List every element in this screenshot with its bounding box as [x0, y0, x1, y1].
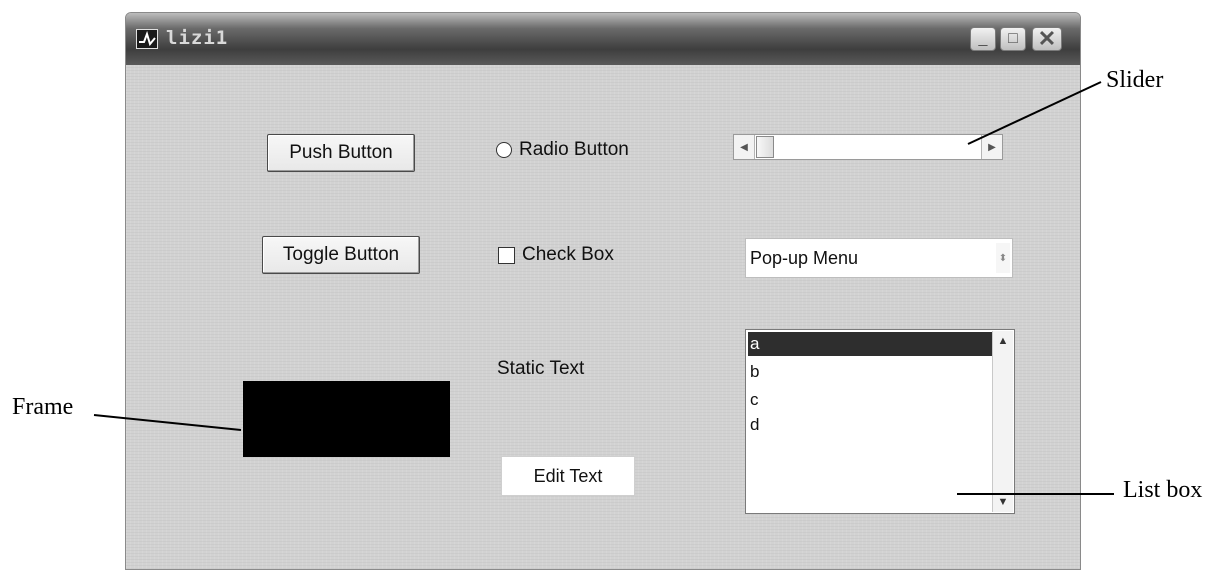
listbox-annotation: List box [1123, 477, 1203, 503]
minimize-icon[interactable]: _ [970, 27, 996, 51]
list-item[interactable]: a [748, 332, 992, 356]
radio-circle-icon[interactable] [496, 142, 512, 158]
radio-button-label: Radio Button [519, 139, 629, 160]
static-text: Static Text [497, 358, 585, 379]
radio-button[interactable]: Radio Button [496, 137, 629, 163]
close-icon[interactable]: ✕ [1032, 26, 1062, 51]
popup-menu[interactable]: Pop-up Menu ⬍ [745, 238, 1013, 278]
slider-thumb[interactable] [756, 136, 774, 158]
scroll-up-icon[interactable]: ▲ [993, 331, 1013, 351]
title-bar[interactable]: lizi1 _ □ ✕ [126, 13, 1080, 65]
list-item[interactable]: d [748, 413, 992, 437]
slider-left-arrow-icon[interactable]: ◀ [734, 135, 755, 159]
slider-right-arrow-icon[interactable]: ▶ [981, 135, 1002, 159]
matlab-figure-icon [136, 29, 158, 49]
toggle-button[interactable]: Toggle Button [262, 236, 420, 274]
edit-text-field[interactable]: Edit Text [501, 456, 635, 496]
slider[interactable]: ◀ ▶ [733, 134, 1003, 160]
frame-panel [243, 381, 450, 457]
list-box[interactable]: a b c d ▲ ▼ [745, 329, 1015, 514]
push-button[interactable]: Push Button [267, 134, 415, 172]
maximize-icon[interactable]: □ [1000, 27, 1026, 51]
frame-annotation: Frame [12, 394, 74, 420]
figure-window: lizi1 _ □ ✕ Push Button Toggle Button Ra… [125, 12, 1081, 570]
list-item[interactable]: b [748, 360, 992, 384]
popup-arrow-icon[interactable]: ⬍ [996, 243, 1010, 273]
list-item[interactable]: c [748, 388, 992, 412]
scroll-down-icon[interactable]: ▼ [993, 492, 1013, 512]
checkbox-square-icon[interactable] [498, 246, 515, 264]
popup-menu-value: Pop-up Menu [750, 248, 859, 268]
page: lizi1 _ □ ✕ Push Button Toggle Button Ra… [0, 0, 1231, 573]
slider-annotation: Slider [1106, 67, 1164, 93]
list-scrollbar[interactable]: ▲ ▼ [992, 331, 1013, 512]
window-title: lizi1 [166, 27, 229, 49]
check-box[interactable]: Check Box [498, 242, 614, 268]
check-box-label: Check Box [522, 244, 614, 265]
